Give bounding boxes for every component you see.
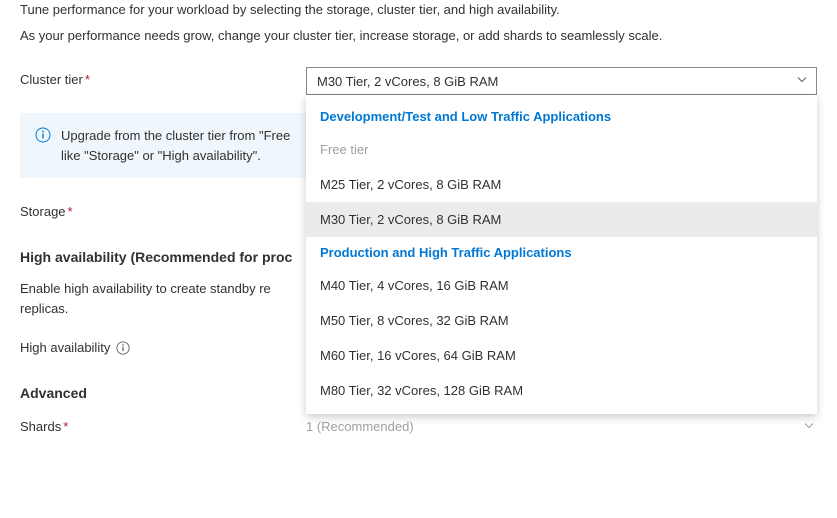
dropdown-option[interactable]: M30 Tier, 2 vCores, 8 GiB RAM: [306, 202, 817, 237]
intro-line-1: Tune performance for your workload by se…: [20, 0, 817, 20]
required-asterisk: *: [85, 72, 90, 87]
info-text: Upgrade from the cluster tier from "Free…: [61, 126, 290, 165]
required-asterisk: *: [68, 204, 73, 219]
shards-label-text: Shards: [20, 419, 61, 434]
dropdown-option[interactable]: M80 Tier, 32 vCores, 128 GiB RAM: [306, 373, 817, 408]
high-availability-heading: High availability (Recommended for proc: [20, 249, 306, 265]
high-availability-label: High availability: [20, 340, 110, 355]
high-availability-label-row: High availability: [20, 340, 306, 355]
chevron-down-icon: [796, 74, 808, 89]
cluster-tier-label-text: Cluster tier: [20, 72, 83, 87]
storage-label: Storage*: [20, 204, 306, 219]
info-icon[interactable]: [116, 341, 130, 355]
dropdown-option[interactable]: M40 Tier, 4 vCores, 16 GiB RAM: [306, 268, 817, 303]
cluster-tier-dropdown[interactable]: M30 Tier, 2 vCores, 8 GiB RAM: [306, 67, 817, 95]
cluster-tier-dropdown-list: Development/Test and Low Traffic Applica…: [306, 95, 817, 414]
cluster-tier-row: Cluster tier* M30 Tier, 2 vCores, 8 GiB …: [20, 67, 817, 95]
shards-label: Shards*: [20, 419, 306, 434]
dropdown-option[interactable]: M25 Tier, 2 vCores, 8 GiB RAM: [306, 167, 817, 202]
high-availability-description: Enable high availability to create stand…: [20, 279, 306, 318]
shards-selected-value: 1 (Recommended): [306, 419, 414, 434]
storage-label-text: Storage: [20, 204, 66, 219]
info-banner: Upgrade from the cluster tier from "Free…: [20, 113, 306, 178]
dropdown-option[interactable]: M50 Tier, 8 vCores, 32 GiB RAM: [306, 303, 817, 338]
dropdown-group-header: Production and High Traffic Applications: [306, 237, 817, 268]
info-text-line1: Upgrade from the cluster tier from "Free: [61, 126, 290, 146]
chevron-down-icon: [803, 419, 815, 434]
ha-desc-line1: Enable high availability to create stand…: [20, 279, 306, 299]
dropdown-option[interactable]: M60 Tier, 16 vCores, 64 GiB RAM: [306, 338, 817, 373]
info-icon: [35, 127, 51, 149]
cluster-tier-selected-value: M30 Tier, 2 vCores, 8 GiB RAM: [317, 74, 498, 89]
cluster-tier-label: Cluster tier*: [20, 67, 306, 87]
dropdown-option: Free tier: [306, 132, 817, 167]
required-asterisk: *: [63, 419, 68, 434]
cluster-tier-dropdown-wrapper: M30 Tier, 2 vCores, 8 GiB RAM Developmen…: [306, 67, 817, 95]
shards-row: Shards* 1 (Recommended): [20, 419, 817, 434]
intro-line-2: As your performance needs grow, change y…: [20, 26, 817, 46]
info-text-line2: like "Storage" or "High availability".: [61, 146, 290, 166]
ha-desc-line2: replicas.: [20, 299, 306, 319]
shards-dropdown[interactable]: 1 (Recommended): [306, 419, 817, 434]
dropdown-group-header: Development/Test and Low Traffic Applica…: [306, 101, 817, 132]
